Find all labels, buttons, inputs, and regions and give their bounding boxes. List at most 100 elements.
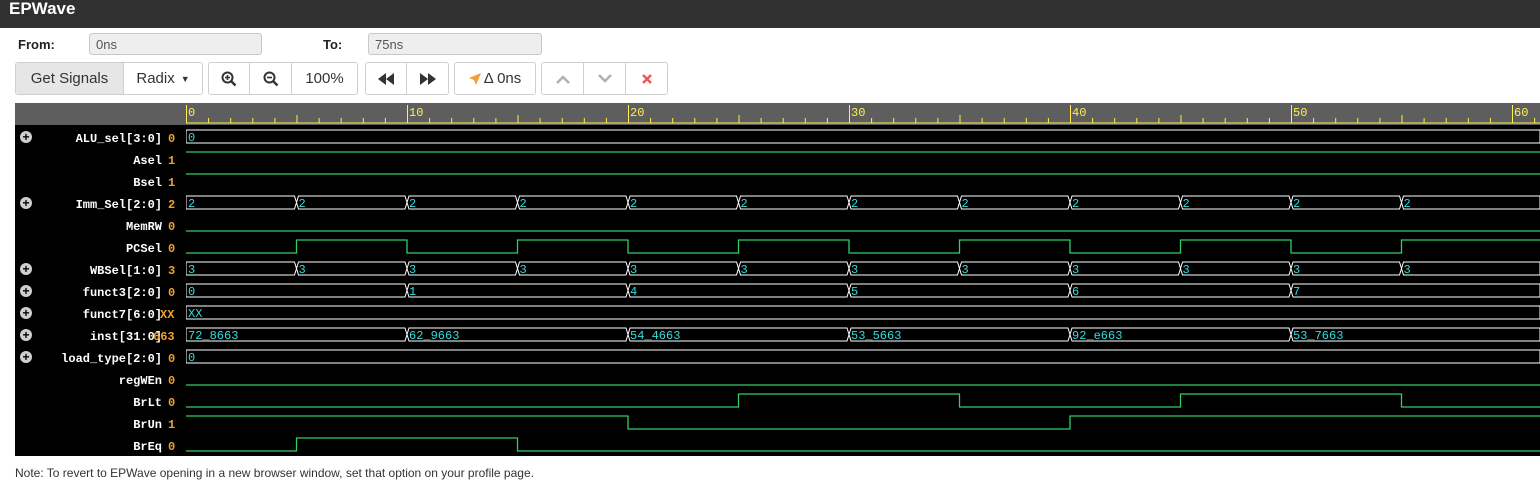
radix-dropdown[interactable]: Radix ▼ xyxy=(124,63,202,94)
signal-name[interactable]: WBSel[1:0] xyxy=(90,264,162,278)
bus-value-label: 3 xyxy=(630,263,637,277)
waveform-panel[interactable]: + ALU_sel[3:0] 0 Asel 1 Bsel 1 + Imm_Sel[2:0] 2 Me… xyxy=(15,103,1540,456)
rewind-button[interactable] xyxy=(366,63,407,94)
chevron-down-icon xyxy=(597,73,612,83)
signal-name[interactable]: ALU_sel[3:0] xyxy=(76,132,162,146)
signal-name[interactable]: BrUn xyxy=(133,418,162,432)
bus-value-label: 92_e663 xyxy=(1072,329,1122,343)
signal-name[interactable]: MemRW xyxy=(126,220,162,234)
signal-wave[interactable]: 72_8663 62_9663 54_4663 53_5663 92_e663 53_76… xyxy=(186,327,1540,343)
expand-icon[interactable]: + xyxy=(20,197,32,209)
bus-value-label: 5 xyxy=(851,285,858,299)
signal-wave[interactable] xyxy=(186,393,1540,408)
signal-cursor-value: 1 xyxy=(168,418,176,432)
signal-wave[interactable] xyxy=(186,415,1540,430)
bus-value-label: 2 xyxy=(1072,197,1079,211)
signal-name[interactable]: PCSel xyxy=(126,242,162,256)
title-bar: EPWave xyxy=(0,0,1540,28)
zoom-out-icon xyxy=(263,71,278,86)
marker-delete-button[interactable] xyxy=(626,63,667,94)
bit-trace xyxy=(186,415,1540,430)
expand-icon[interactable]: + xyxy=(20,285,32,297)
footer-note: Note: To revert to EPWave opening in a n… xyxy=(15,466,534,480)
signal-name[interactable]: inst[31:0] xyxy=(90,330,162,344)
signal-wave[interactable]: 3 3 3 3 3 3 3 3 3 3 3 3 xyxy=(186,261,1540,277)
bus-value-label: 3 xyxy=(741,263,748,277)
signal-name[interactable]: load_type[2:0] xyxy=(61,352,162,366)
waveform-canvas[interactable]: 0 10 20 30 40 50 6002 2 2 2 2 2 2 2 2 2 2 23 3 3 3 3 3 3 3 3 3 3 30 1… xyxy=(186,103,1540,456)
bus-segment xyxy=(186,349,1540,364)
bus-segment xyxy=(958,195,1071,210)
bus-value-label: 1 xyxy=(409,285,416,299)
bit-trace xyxy=(186,393,1540,408)
zoom-out-button[interactable] xyxy=(250,63,292,94)
navigate-button-group xyxy=(365,62,449,95)
signal-wave[interactable]: 0 xyxy=(186,349,1540,365)
forward-button[interactable] xyxy=(407,63,448,94)
bus-value-label: 0 xyxy=(188,351,195,365)
signal-cursor-value: 0 xyxy=(168,396,176,410)
bus-value-label: 3 xyxy=(962,263,969,277)
signal-name[interactable]: Bsel xyxy=(133,176,162,190)
ruler-label: 30 xyxy=(851,106,865,120)
signal-cursor-value: 0 xyxy=(168,352,176,366)
bus-value-label: 0 xyxy=(188,285,195,299)
signal-wave[interactable]: XX xyxy=(186,305,1540,321)
bus-value-label: 2 xyxy=(1404,197,1411,211)
bus-value-label: 7 xyxy=(1293,285,1300,299)
signal-cursor-value: 1 xyxy=(168,176,176,190)
signal-name[interactable]: Asel xyxy=(133,154,162,168)
signal-cursor-value: 2 xyxy=(168,198,176,212)
signal-cursor-value: 0 xyxy=(168,286,176,300)
expand-icon[interactable]: + xyxy=(20,329,32,341)
signal-name[interactable]: funct7[6:0] xyxy=(83,308,162,322)
signal-cursor-value: 0 xyxy=(168,220,176,234)
bus-value-label: 2 xyxy=(520,197,527,211)
marker-down-button[interactable] xyxy=(584,63,626,94)
signal-name-list: + ALU_sel[3:0] 0 Asel 1 Bsel 1 + Imm_Sel[2:0] 2 Me… xyxy=(15,103,186,456)
bus-value-label: 6 xyxy=(1072,285,1079,299)
marker-up-button[interactable] xyxy=(542,63,584,94)
to-label: To: xyxy=(323,37,343,52)
delta-label: Δ 0ns xyxy=(483,70,522,87)
bit-trace xyxy=(186,437,1540,452)
expand-icon[interactable]: + xyxy=(20,351,32,363)
ruler-label: 50 xyxy=(1293,106,1307,120)
bus-value-label: XX xyxy=(188,307,202,321)
signal-wave[interactable] xyxy=(186,239,1540,254)
signal-name[interactable]: BrLt xyxy=(133,396,162,410)
bus-value-label: 2 xyxy=(741,197,748,211)
signal-cursor-value: 0 xyxy=(168,132,176,146)
from-input[interactable]: 0ns xyxy=(89,33,262,55)
signal-name[interactable]: Imm_Sel[2:0] xyxy=(76,198,162,212)
bus-segment xyxy=(737,195,850,210)
bus-segment xyxy=(958,261,1071,276)
signal-name[interactable]: funct3[2:0] xyxy=(83,286,162,300)
signal-name[interactable]: BrEq xyxy=(133,440,162,454)
bus-segment xyxy=(516,195,629,210)
signal-wave[interactable]: 2 2 2 2 2 2 2 2 2 2 2 2 xyxy=(186,195,1540,211)
delta-button[interactable]: Δ 0ns xyxy=(455,63,535,94)
bus-value-label: 0 xyxy=(188,131,195,145)
bus-value-label: 62_9663 xyxy=(409,329,459,343)
bus-value-label: 3 xyxy=(1072,263,1079,277)
bus-segment xyxy=(1290,261,1403,276)
bus-segment xyxy=(737,261,850,276)
bus-value-label: 2 xyxy=(630,197,637,211)
zoom-level-button[interactable]: 100% xyxy=(292,63,357,94)
signal-name[interactable]: regWEn xyxy=(119,374,162,388)
ruler-label: 60 xyxy=(1514,106,1528,120)
signal-cursor-value: XX xyxy=(160,308,175,322)
expand-icon[interactable]: + xyxy=(20,263,32,275)
signal-wave[interactable]: 0 1 4 5 6 7 xyxy=(186,283,1540,299)
get-signals-button[interactable]: Get Signals xyxy=(16,63,124,94)
to-input[interactable]: 75ns xyxy=(368,33,542,55)
signal-wave[interactable]: 0 xyxy=(186,129,1540,145)
expand-icon[interactable]: + xyxy=(20,307,32,319)
bus-value-label: 54_4663 xyxy=(630,329,680,343)
zoom-in-button[interactable] xyxy=(209,63,250,94)
signal-wave[interactable] xyxy=(186,437,1540,452)
expand-icon[interactable]: + xyxy=(20,131,32,143)
bus-value-label: 2 xyxy=(188,197,195,211)
zoom-button-group: 100% xyxy=(208,62,358,95)
